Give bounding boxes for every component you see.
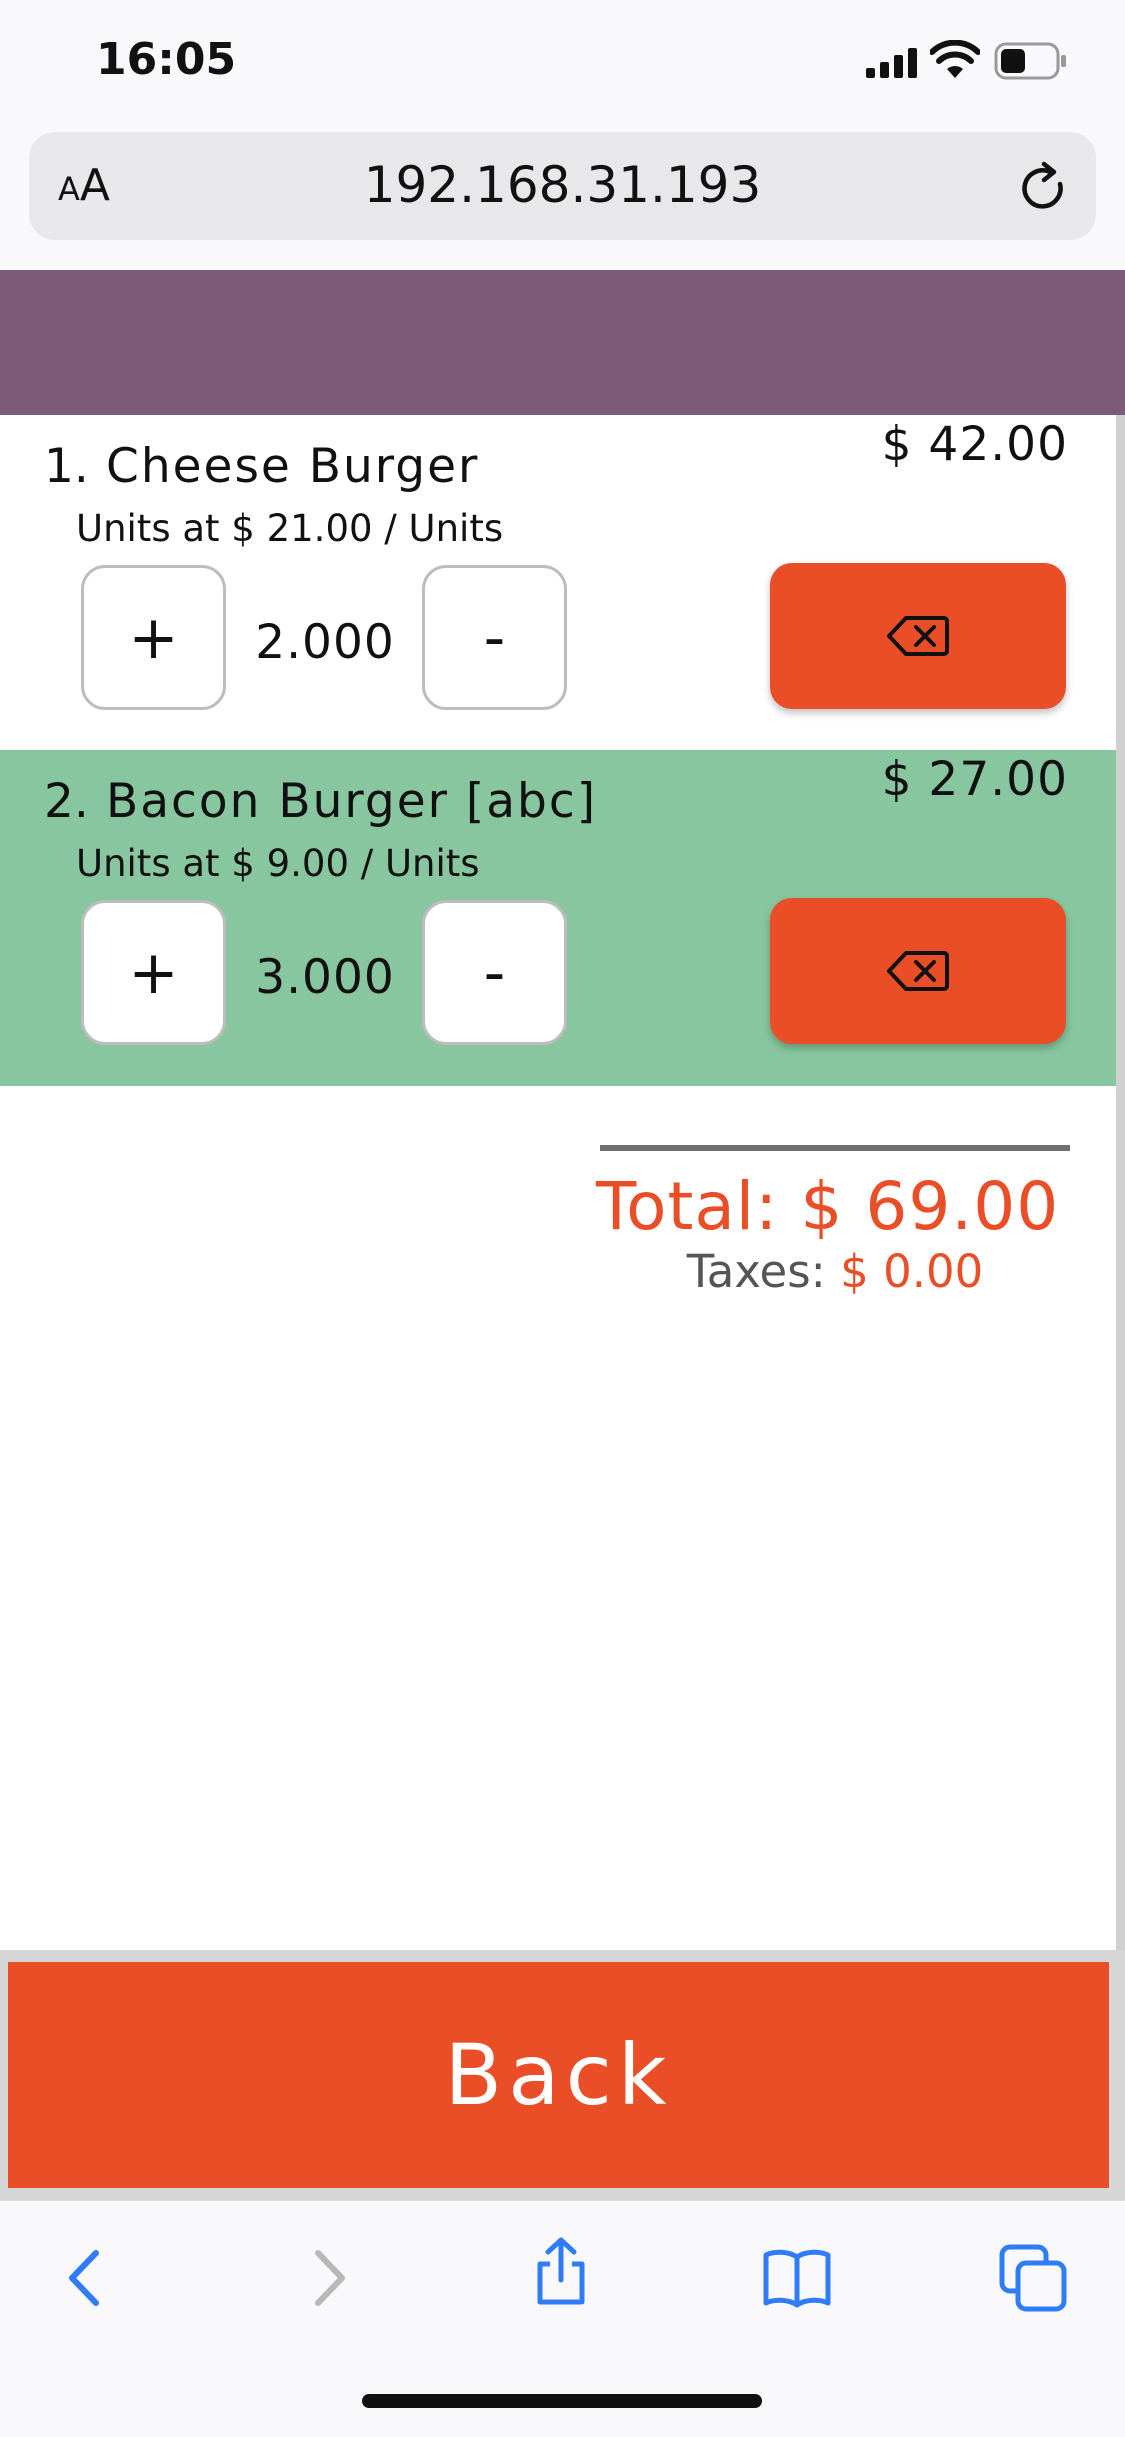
increase-quantity-button[interactable]: + [81,900,226,1045]
order-line-selected[interactable]: 2. Bacon Burger [abc] $ 27.00 Units at $ … [0,750,1116,1086]
total-divider [600,1145,1070,1151]
order-taxes: Taxes: $ 0.00 [686,1245,984,1298]
back-arrow-icon[interactable] [52,2243,122,2313]
back-button[interactable]: Back [8,1962,1109,2188]
line-price: $ 27.00 [881,752,1068,807]
header-band [0,270,1125,415]
status-time: 16:05 [96,34,237,85]
increase-quantity-button[interactable]: + [81,565,226,710]
decrease-quantity-button[interactable]: - [422,565,567,710]
unit-info: Units at $ 9.00 / Units [76,842,480,885]
signal-icon [866,48,917,78]
battery-icon [994,42,1066,80]
quantity-value: 3.000 [255,950,395,1005]
delete-line-button[interactable] [770,563,1066,709]
forward-arrow-icon[interactable] [292,2243,362,2313]
quantity-value: 2.000 [255,615,395,670]
url-text[interactable]: 192.168.31.193 [0,156,1125,214]
delete-line-button[interactable] [770,898,1066,1044]
line-title: 1. Cheese Burger [44,439,480,494]
line-price: $ 42.00 [881,417,1068,472]
line-title: 2. Bacon Burger [abc] [44,774,598,829]
scrollbar-edge [1116,415,1125,2200]
tabs-icon[interactable] [998,2243,1068,2313]
wifi-icon [930,40,980,78]
decrease-quantity-button[interactable]: - [422,900,567,1045]
order-total: Total: $ 69.00 [596,1168,1060,1245]
delete-backspace-icon [887,616,949,656]
unit-info: Units at $ 21.00 / Units [76,507,504,550]
order-line[interactable]: 1. Cheese Burger $ 42.00 Units at $ 21.00… [0,415,1116,751]
reload-icon[interactable] [1016,160,1072,216]
bookmarks-icon[interactable] [762,2243,832,2313]
share-icon[interactable] [526,2236,596,2306]
home-indicator [362,2394,762,2408]
delete-backspace-icon [887,951,949,991]
